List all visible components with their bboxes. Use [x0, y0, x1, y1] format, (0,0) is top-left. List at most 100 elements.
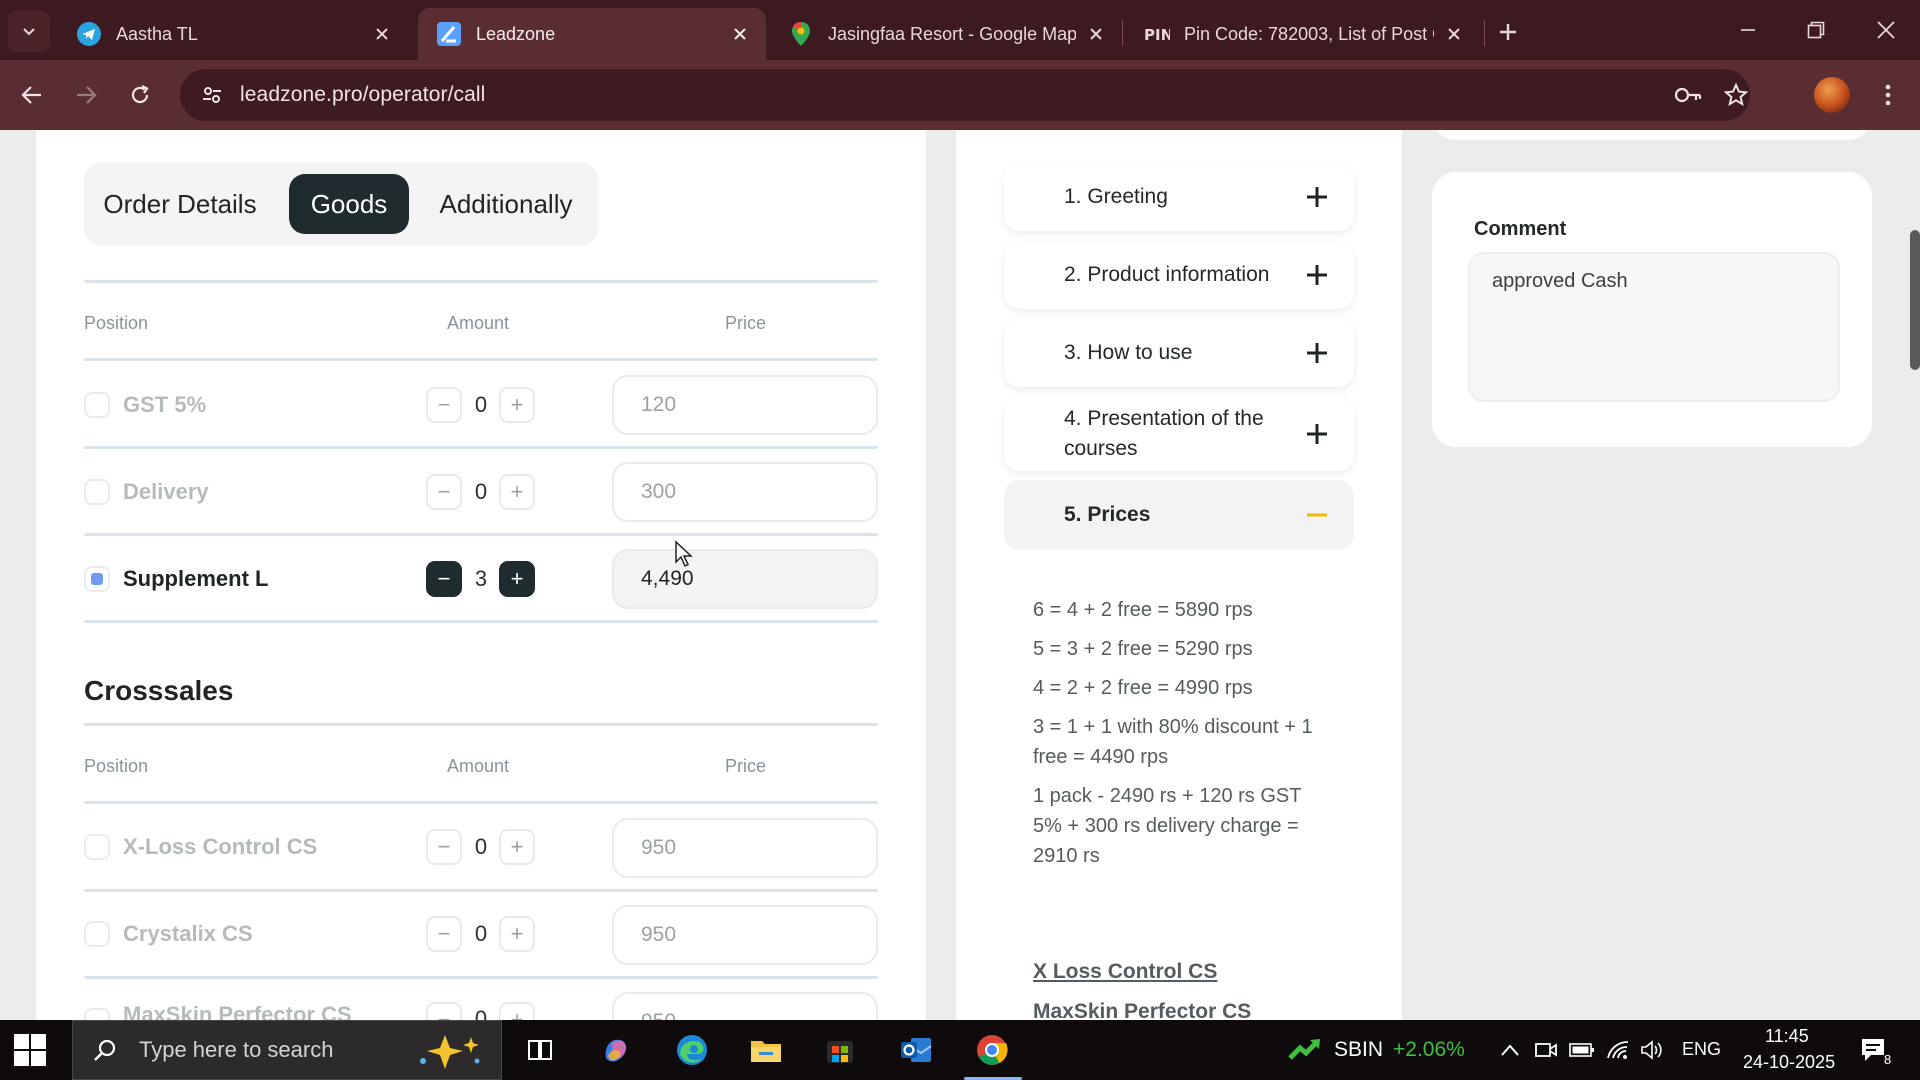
supplement-checkbox[interactable]: [84, 566, 110, 592]
crosssales-title: Crosssales: [84, 675, 234, 706]
file-explorer-icon[interactable]: [744, 1028, 788, 1072]
password-key-icon[interactable]: [1670, 77, 1706, 113]
crystalix-increment-button[interactable]: +: [499, 916, 535, 952]
script-section-product-information[interactable]: 2. Product information: [1004, 241, 1354, 309]
xloss-quantity: 0: [474, 834, 488, 859]
supplement-quantity: 3: [474, 566, 488, 591]
new-tab-plus-icon[interactable]: [1490, 14, 1526, 50]
back-arrow-icon[interactable]: [14, 77, 50, 113]
browser-tab-maps[interactable]: Jasingfaa Resort - Google Maps: [770, 8, 1122, 60]
microsoft-store-icon[interactable]: [818, 1028, 862, 1072]
comment-label: Comment: [1474, 218, 1567, 240]
xloss-decrement-button[interactable]: −: [426, 829, 462, 865]
info-card: [1432, 130, 1872, 140]
column-header-price: Price: [725, 313, 767, 333]
copilot-icon[interactable]: [594, 1028, 638, 1072]
search-icon: [94, 1039, 116, 1061]
browser-tab-pincode[interactable]: PIN Pin Code: 782003, List of Post O: [1126, 8, 1480, 60]
expand-plus-icon[interactable]: [1304, 421, 1330, 447]
expand-plus-icon[interactable]: [1304, 340, 1330, 366]
divider: [84, 976, 878, 979]
gst-decrement-button[interactable]: −: [426, 387, 462, 423]
supplement-price-input[interactable]: 4,490: [612, 549, 878, 609]
close-tab-icon[interactable]: [1084, 22, 1108, 46]
browser-tab-leadzone[interactable]: Leadzone: [418, 8, 766, 60]
tab-separator: [1484, 20, 1485, 46]
crystalix-checkbox[interactable]: [84, 921, 110, 947]
restore-icon[interactable]: [1792, 10, 1840, 50]
browser-tab-aastha[interactable]: Aastha TL: [58, 8, 408, 60]
site-settings-icon[interactable]: [194, 77, 230, 113]
edge-browser-icon[interactable]: [670, 1028, 714, 1072]
collapse-minus-icon[interactable]: [1304, 502, 1330, 528]
price-line: 6 = 4 + 2 free = 5890 rps: [1033, 599, 1253, 621]
close-tab-icon[interactable]: [370, 22, 394, 46]
crystalix-decrement-button[interactable]: −: [426, 916, 462, 952]
crystalix-price-input[interactable]: 950: [612, 905, 878, 965]
xloss-increment-button[interactable]: +: [499, 829, 535, 865]
script-section-prices[interactable]: 5. Prices: [1004, 480, 1354, 550]
link-xloss-control[interactable]: X Loss Control CS: [1033, 960, 1217, 984]
divider: [84, 446, 878, 449]
column-header-position: Position: [84, 756, 149, 776]
gst-price-input[interactable]: 120: [612, 375, 878, 435]
stock-trend-icon: [1288, 1039, 1320, 1060]
notification-count: 8: [1884, 1052, 1892, 1067]
maxskin-checkbox[interactable]: [84, 1008, 110, 1020]
item-name-gst: GST 5%: [123, 392, 207, 417]
supplement-increment-button[interactable]: +: [499, 561, 535, 597]
gst-checkbox[interactable]: [84, 392, 110, 418]
bookmark-star-icon[interactable]: [1718, 77, 1754, 113]
taskbar-search-box[interactable]: Type here to search: [72, 1020, 502, 1080]
xloss-checkbox[interactable]: [84, 834, 110, 860]
reload-icon[interactable]: [122, 77, 158, 113]
gst-increment-button[interactable]: +: [499, 387, 535, 423]
tab-title: Leadzone: [476, 23, 556, 44]
comment-textarea[interactable]: approved Cash: [1468, 252, 1840, 402]
language-indicator[interactable]: ENG: [1682, 1039, 1721, 1060]
xloss-price-input[interactable]: 950: [612, 818, 878, 878]
profile-avatar[interactable]: [1814, 77, 1850, 113]
task-view-icon[interactable]: [518, 1028, 562, 1072]
tab-additionally[interactable]: Additionally: [424, 174, 588, 234]
clock-date[interactable]: 24-10-2025: [1743, 1052, 1835, 1073]
supplement-decrement-button[interactable]: −: [426, 561, 462, 597]
close-window-icon[interactable]: [1862, 10, 1910, 50]
forward-arrow-icon[interactable]: [68, 77, 104, 113]
column-header-amount: Amount: [447, 313, 510, 333]
delivery-price-input[interactable]: 300: [612, 462, 878, 522]
maxskin-decrement-button[interactable]: −: [426, 1002, 462, 1020]
clock-time[interactable]: 11:45: [1765, 1026, 1809, 1047]
tab-title: Aastha TL: [116, 23, 198, 44]
delivery-increment-button[interactable]: +: [499, 474, 535, 510]
address-bar[interactable]: leadzone.pro/operator/call: [180, 69, 1750, 121]
expand-plus-icon[interactable]: [1304, 184, 1330, 210]
expand-plus-icon[interactable]: [1304, 262, 1330, 288]
delivery-decrement-button[interactable]: −: [426, 474, 462, 510]
tab-search-chevron-icon[interactable]: [8, 10, 50, 52]
column-header-amount: Amount: [447, 756, 510, 776]
volume-icon[interactable]: [1630, 1028, 1674, 1072]
stock-change: +2.06%: [1393, 1038, 1465, 1061]
delivery-checkbox[interactable]: [84, 479, 110, 505]
column-header-position: Position: [84, 313, 149, 333]
maxskin-increment-button[interactable]: +: [499, 1002, 535, 1020]
tab-order-details[interactable]: Order Details: [96, 174, 264, 234]
windows-start-icon[interactable]: [14, 1034, 46, 1066]
minimize-icon[interactable]: [1724, 10, 1772, 50]
browser-menu-icon[interactable]: [1870, 77, 1906, 113]
close-tab-icon[interactable]: [1442, 22, 1466, 46]
pin-logo-icon: PIN: [1144, 21, 1170, 47]
outlook-icon[interactable]: [894, 1028, 938, 1072]
maxskin-price-input[interactable]: 950: [612, 992, 878, 1020]
tab-goods[interactable]: Goods: [289, 174, 409, 234]
script-section-how-to-use[interactable]: 3. How to use: [1004, 319, 1354, 387]
chrome-icon[interactable]: [970, 1028, 1014, 1072]
copilot-sparkle-icon: [420, 1035, 480, 1069]
url-text[interactable]: leadzone.pro/operator/call: [240, 83, 485, 107]
page-scrollbar[interactable]: [1910, 230, 1920, 370]
script-section-presentation[interactable]: 4. Presentation of the courses: [1004, 397, 1354, 471]
close-tab-icon[interactable]: [728, 22, 752, 46]
link-maxskin-perfector[interactable]: MaxSkin Perfector CS: [1033, 1000, 1251, 1020]
script-section-greeting[interactable]: 1. Greeting: [1004, 163, 1354, 231]
